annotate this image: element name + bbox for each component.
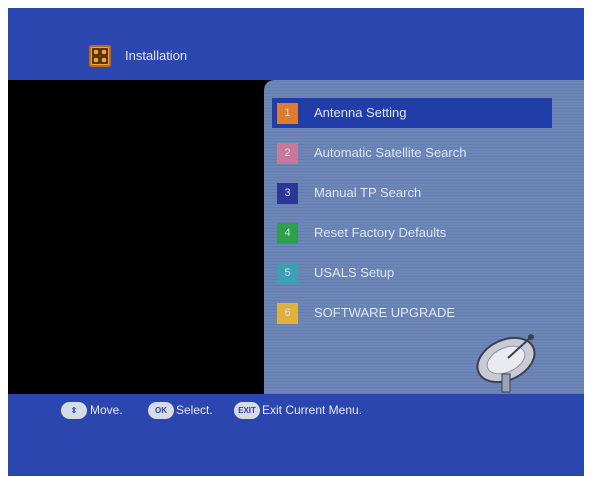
menu-item-number: 3	[277, 183, 298, 204]
menu-item-label: Manual TP Search	[314, 185, 422, 200]
menu-item-number: 2	[277, 143, 298, 164]
menu-item-label: USALS Setup	[314, 265, 395, 280]
ok-key-icon: OK	[148, 402, 174, 419]
exit-key-icon: EXIT	[234, 402, 260, 419]
tv-screen: Installation 1 Antenna Setting 2 Automat…	[8, 8, 584, 476]
menu-item-number: 4	[277, 223, 298, 244]
menu-item-automatic-satellite-search[interactable]: 2 Automatic Satellite Search	[272, 138, 592, 168]
menu-item-label: Antenna Setting	[314, 105, 407, 120]
menu-item-manual-tp-search[interactable]: 3 Manual TP Search	[272, 178, 592, 208]
page-title: Installation	[125, 48, 188, 63]
menu-item-number: 6	[277, 303, 298, 324]
select-hint-label: Select.	[176, 403, 213, 417]
menu-item-number: 1	[277, 103, 298, 124]
header-bar: Installation	[8, 8, 584, 80]
menu-item-label: Reset Factory Defaults	[314, 225, 447, 240]
menu-item-label: Automatic Satellite Search	[314, 145, 467, 160]
move-hint-label: Move.	[90, 403, 123, 417]
exit-hint-label: Exit Current Menu.	[262, 403, 363, 417]
menu-item-software-upgrade[interactable]: 6 SOFTWARE UPGRADE	[272, 298, 592, 328]
move-key-icon: ⇕	[61, 402, 87, 419]
menu-item-reset-factory-defaults[interactable]: 4 Reset Factory Defaults	[272, 218, 592, 248]
menu-item-usals-setup[interactable]: 5 USALS Setup	[272, 258, 592, 288]
footer-hint-bar: ⇕ Move. OK Select. EXIT Exit Current Men…	[8, 394, 584, 476]
installation-icon	[89, 45, 111, 67]
menu-item-number: 5	[277, 263, 298, 284]
menu-item-antenna-setting[interactable]: 1 Antenna Setting	[272, 98, 552, 128]
menu-item-label: SOFTWARE UPGRADE	[314, 305, 456, 320]
